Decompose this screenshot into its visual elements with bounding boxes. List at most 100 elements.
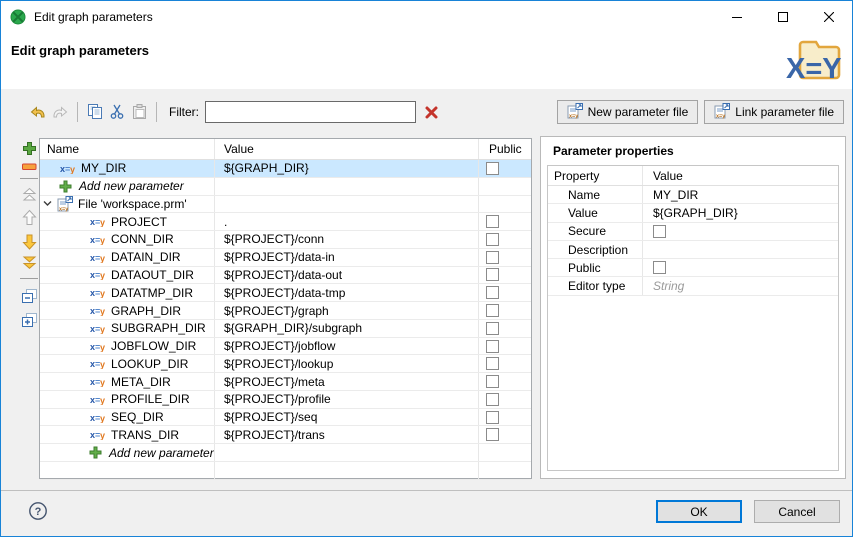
public-checkbox[interactable]	[486, 339, 499, 353]
add-new-parameter-row[interactable]: Add new parameter	[40, 177, 531, 196]
property-value[interactable]: String	[643, 277, 838, 294]
cut-icon[interactable]	[106, 100, 128, 124]
property-value[interactable]	[643, 223, 838, 240]
property-value[interactable]	[643, 241, 838, 258]
undo-icon[interactable]	[27, 100, 49, 124]
new-parameter-file-button[interactable]: x=y New parameter file	[556, 100, 699, 124]
maximize-button[interactable]	[760, 1, 806, 32]
name-cell: x = y PROJECT	[40, 213, 215, 231]
link-parameter-file-label: Link parameter file	[735, 105, 834, 119]
property-value[interactable]: MY_DIR	[643, 186, 838, 203]
public-checkbox[interactable]	[486, 357, 499, 371]
help-icon[interactable]: ?	[28, 501, 48, 521]
table-row[interactable]: x = y PROJECT.	[40, 213, 531, 232]
table-row[interactable]: x = y GRAPH_DIR ${PROJECT}/graph	[40, 302, 531, 320]
property-value-text: MY_DIR	[653, 187, 699, 202]
svg-text:y: y	[100, 431, 105, 441]
window-title: Edit graph parameters	[34, 9, 153, 24]
table-row[interactable]: x = y SEQ_DIR ${PROJECT}/seq	[40, 408, 531, 427]
link-parameter-file-button[interactable]: x=y Link parameter file	[704, 100, 844, 124]
close-button[interactable]	[806, 1, 852, 32]
param-name: SEQ_DIR	[111, 410, 164, 425]
public-cell	[479, 160, 531, 177]
public-checkbox[interactable]	[486, 321, 499, 335]
property-row: Public	[548, 259, 838, 278]
property-row: Editor type String	[548, 277, 838, 296]
property-value[interactable]	[643, 259, 838, 276]
chevron-down-icon[interactable]	[43, 200, 52, 207]
clear-filter-icon[interactable]	[424, 105, 439, 120]
value-cell: ${PROJECT}/data-in	[215, 248, 479, 266]
move-to-bottom-icon[interactable]	[22, 255, 37, 270]
property-value[interactable]: ${GRAPH_DIR}	[643, 204, 838, 221]
name-cell: x = y SUBGRAPH_DIR	[40, 319, 215, 337]
add-parameter-icon[interactable]	[22, 141, 37, 156]
public-checkbox[interactable]	[486, 250, 499, 264]
parameter-file-row[interactable]: x=y File 'workspace.prm'	[40, 195, 531, 214]
table-row[interactable]: x = y SUBGRAPH_DIR ${GRAPH_DIR}/subgraph	[40, 319, 531, 338]
table-row[interactable]: x = y DATAIN_DIR ${PROJECT}/data-in	[40, 248, 531, 267]
parameter-icon: x = y	[90, 252, 105, 263]
table-row[interactable]: x = y LOOKUP_DIR ${PROJECT}/lookup	[40, 355, 531, 374]
public-checkbox[interactable]	[486, 161, 499, 175]
param-value: ${PROJECT}/profile	[224, 392, 331, 407]
public-checkbox[interactable]	[486, 428, 499, 442]
add-new-parameter-row[interactable]: Add new parameter	[40, 444, 531, 463]
property-name: Secure	[548, 222, 643, 240]
value-cell: ${PROJECT}/jobflow	[215, 337, 479, 355]
table-row[interactable]: x = y MY_DIR ${GRAPH_DIR}	[40, 160, 531, 178]
table-row[interactable]: x = y JOBFLOW_DIR ${PROJECT}/jobflow	[40, 337, 531, 356]
public-checkbox[interactable]	[486, 268, 499, 282]
property-label: Description	[568, 242, 629, 257]
public-checkbox[interactable]	[486, 232, 499, 246]
public-cell	[479, 373, 531, 390]
remove-parameter-icon[interactable]	[22, 162, 37, 172]
properties-table-body: Name MY_DIR Value ${GRAPH_DIR} Secure Descrip…	[548, 186, 838, 296]
parameter-icon: x = y	[90, 412, 105, 423]
rail-separator	[20, 278, 38, 279]
param-value: ${PROJECT}/data-out	[224, 267, 343, 282]
public-cell	[479, 267, 531, 284]
ok-button[interactable]: OK	[656, 500, 742, 523]
clover-app-icon	[10, 9, 26, 25]
public-checkbox[interactable]	[486, 286, 499, 300]
move-to-top-icon[interactable]	[22, 187, 37, 202]
public-checkbox[interactable]	[486, 410, 499, 424]
public-checkbox[interactable]	[486, 304, 499, 317]
move-up-icon[interactable]	[22, 209, 37, 227]
public-checkbox[interactable]	[653, 261, 666, 275]
public-checkbox[interactable]	[486, 392, 499, 406]
table-row[interactable]: x = y DATAOUT_DIR ${PROJECT}/data-out	[40, 266, 531, 285]
move-down-icon[interactable]	[22, 233, 37, 251]
collapse-all-icon[interactable]	[21, 288, 38, 305]
name-cell: x = y TRANS_DIR	[40, 426, 215, 444]
minimize-button[interactable]	[714, 1, 760, 32]
table-row[interactable]: x = y DATATMP_DIR ${PROJECT}/data-tmp	[40, 284, 531, 303]
svg-text:y: y	[70, 164, 75, 174]
table-row[interactable]: x = y TRANS_DIR ${PROJECT}/trans	[40, 426, 531, 445]
table-row[interactable]: x = y META_DIR ${PROJECT}/meta	[40, 373, 531, 391]
svg-text:y: y	[100, 289, 105, 299]
name-cell: x = y DATATMP_DIR	[40, 284, 215, 302]
parameter-icon: x = y	[90, 358, 105, 369]
svg-text:y: y	[100, 342, 105, 352]
secure-checkbox[interactable]	[653, 224, 666, 238]
filter-input[interactable]	[205, 101, 416, 123]
expand-all-icon[interactable]	[21, 312, 38, 329]
paste-icon[interactable]	[128, 100, 150, 124]
column-header-name: Name	[40, 139, 215, 159]
public-checkbox[interactable]	[486, 215, 499, 229]
empty-row	[40, 462, 531, 480]
table-row[interactable]: x = y PROFILE_DIR ${PROJECT}/profile	[40, 390, 531, 409]
param-name: CONN_DIR	[111, 232, 174, 247]
filter-label: Filter:	[169, 105, 199, 119]
name-cell: x = y META_DIR	[40, 373, 215, 390]
copy-icon[interactable]	[84, 100, 106, 124]
name-cell: Add new parameter	[40, 177, 215, 195]
table-row[interactable]: x = y CONN_DIR ${PROJECT}/conn	[40, 231, 531, 249]
name-cell: x = y PROFILE_DIR	[40, 390, 215, 408]
cancel-button[interactable]: Cancel	[754, 500, 840, 523]
public-checkbox[interactable]	[486, 375, 499, 389]
param-value: ${GRAPH_DIR}	[224, 161, 309, 176]
redo-icon[interactable]	[49, 100, 71, 124]
